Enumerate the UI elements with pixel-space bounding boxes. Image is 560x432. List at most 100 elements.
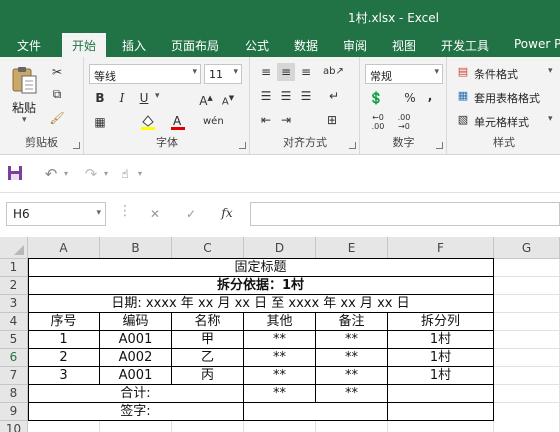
percent-button[interactable]: % bbox=[401, 89, 419, 107]
signature-label-cell[interactable]: 签字: bbox=[28, 403, 244, 421]
column-header-g[interactable]: G bbox=[494, 237, 560, 259]
tab-developer[interactable]: 开发工具 bbox=[441, 37, 489, 54]
column-header-a[interactable]: A bbox=[28, 237, 100, 259]
table-cell[interactable]: ** bbox=[244, 349, 316, 367]
table-cell[interactable]: A001 bbox=[100, 331, 172, 349]
format-as-table-icon[interactable]: ▦ bbox=[454, 87, 472, 105]
formula-input[interactable] bbox=[250, 202, 560, 226]
sheet-title-cell[interactable]: 固定标题 bbox=[28, 259, 494, 277]
cell-styles-icon[interactable]: ▧ bbox=[454, 111, 472, 129]
redo-dropdown-icon[interactable]: ▾ bbox=[104, 169, 108, 178]
row-header-1[interactable]: 1 bbox=[0, 259, 28, 277]
format-as-table-button[interactable]: 套用表格格式 bbox=[474, 90, 540, 106]
table-cell[interactable]: 3 bbox=[28, 367, 100, 385]
row-header-7[interactable]: 7 bbox=[0, 367, 28, 385]
table-cell[interactable]: 1村 bbox=[388, 331, 494, 349]
paste-button[interactable]: 粘贴 bbox=[12, 99, 36, 116]
font-size-combo[interactable]: 11 ▾ bbox=[204, 64, 242, 84]
number-format-combo[interactable]: 常规 ▾ bbox=[365, 64, 443, 84]
column-header-e[interactable]: E bbox=[316, 237, 388, 259]
header-cell-code[interactable]: 编码 bbox=[100, 313, 172, 331]
font-name-combo[interactable]: 等线 ▾ bbox=[89, 64, 201, 84]
comma-button[interactable]: , bbox=[421, 87, 439, 105]
chevron-down-icon[interactable]: ▾ bbox=[548, 114, 553, 124]
signature-value-cell[interactable] bbox=[244, 403, 388, 421]
header-cell-split[interactable]: 拆分列 bbox=[388, 313, 494, 331]
table-cell[interactable]: ** bbox=[244, 331, 316, 349]
increase-decimal-icon[interactable]: ←0.00 bbox=[369, 113, 387, 131]
tab-file[interactable]: 文件 bbox=[17, 37, 41, 54]
row-header-5[interactable]: 5 bbox=[0, 331, 28, 349]
table-cell[interactable]: ** bbox=[316, 349, 388, 367]
align-top-icon[interactable]: ≡ bbox=[257, 63, 275, 81]
tab-review[interactable]: 审阅 bbox=[343, 37, 367, 54]
tab-insert[interactable]: 插入 bbox=[122, 37, 146, 54]
column-header-f[interactable]: F bbox=[388, 237, 494, 259]
increase-font-icon[interactable]: A▲ bbox=[197, 89, 215, 108]
alignment-launcher-icon[interactable] bbox=[349, 142, 356, 149]
format-painter-icon[interactable]: 🖌 bbox=[48, 109, 66, 127]
column-header-b[interactable]: B bbox=[100, 237, 172, 259]
conditional-formatting-button[interactable]: 条件格式 bbox=[474, 66, 518, 82]
total-split-cell[interactable] bbox=[388, 385, 494, 403]
currency-icon[interactable]: 💲 bbox=[367, 89, 385, 107]
tab-data[interactable]: 数据 bbox=[294, 37, 318, 54]
redo-icon[interactable]: ↷ bbox=[82, 165, 100, 183]
number-launcher-icon[interactable] bbox=[436, 142, 443, 149]
name-box[interactable]: H6 ▾ bbox=[6, 202, 106, 226]
header-cell-other[interactable]: 其他 bbox=[244, 313, 316, 331]
paste-dropdown-icon[interactable]: ▾ bbox=[22, 115, 27, 125]
undo-dropdown-icon[interactable]: ▾ bbox=[64, 169, 68, 178]
select-all-corner[interactable] bbox=[0, 237, 28, 259]
date-line-cell[interactable]: 日期: xxxx 年 xx 月 xx 日 至 xxxx 年 xx 月 xx 日 bbox=[28, 295, 494, 313]
tab-power-pivot[interactable]: Power P bbox=[514, 37, 560, 51]
row-header-8[interactable]: 8 bbox=[0, 385, 28, 403]
clipboard-launcher-icon[interactable] bbox=[73, 142, 80, 149]
bold-button[interactable]: B bbox=[91, 89, 109, 107]
total-other-cell[interactable]: ** bbox=[244, 385, 316, 403]
insert-function-button[interactable]: fx bbox=[218, 204, 236, 222]
table-cell[interactable]: A001 bbox=[100, 367, 172, 385]
tab-page-layout[interactable]: 页面布局 bbox=[171, 37, 219, 54]
orientation-icon[interactable]: ab↗ bbox=[323, 63, 344, 81]
table-cell[interactable]: 丙 bbox=[172, 367, 244, 385]
customize-qat-icon[interactable]: ▾ bbox=[138, 169, 142, 178]
table-cell[interactable]: ** bbox=[244, 367, 316, 385]
column-header-d[interactable]: D bbox=[244, 237, 316, 259]
row-header-4[interactable]: 4 bbox=[0, 313, 28, 331]
row-header-3[interactable]: 3 bbox=[0, 295, 28, 313]
cell-styles-button[interactable]: 单元格样式 bbox=[474, 114, 529, 130]
cancel-icon[interactable]: ✕ bbox=[146, 205, 164, 223]
align-bottom-icon[interactable]: ≡ bbox=[297, 63, 315, 81]
row-header-2[interactable]: 2 bbox=[0, 277, 28, 295]
table-cell[interactable]: 2 bbox=[28, 349, 100, 367]
chevron-down-icon[interactable]: ▾ bbox=[548, 66, 553, 76]
align-left-icon[interactable]: ☰ bbox=[257, 87, 275, 105]
underline-button[interactable]: U bbox=[135, 89, 153, 107]
merge-center-icon[interactable]: ⊞ bbox=[323, 111, 341, 129]
fill-color-icon[interactable] bbox=[139, 113, 157, 131]
row-header-9[interactable]: 9 bbox=[0, 403, 28, 421]
header-cell-seq[interactable]: 序号 bbox=[28, 313, 100, 331]
borders-icon[interactable]: ▦ bbox=[91, 113, 109, 131]
sheet-subtitle-cell[interactable]: 拆分依据：1村 bbox=[28, 277, 494, 295]
tab-formulas[interactable]: 公式 bbox=[245, 37, 269, 54]
signature-extra-cell[interactable] bbox=[388, 403, 494, 421]
font-launcher-icon[interactable] bbox=[239, 142, 246, 149]
italic-button[interactable]: I bbox=[113, 89, 131, 107]
wrap-text-icon[interactable]: ↵ bbox=[325, 87, 343, 105]
table-cell[interactable]: 1村 bbox=[388, 349, 494, 367]
align-middle-icon[interactable]: ≡ bbox=[277, 63, 295, 81]
font-color-icon[interactable]: A bbox=[169, 113, 187, 131]
undo-icon[interactable]: ↶ bbox=[42, 165, 60, 183]
table-cell[interactable]: 甲 bbox=[172, 331, 244, 349]
increase-indent-icon[interactable]: ⇥ bbox=[277, 111, 295, 129]
underline-dropdown-icon[interactable]: ▾ bbox=[155, 91, 160, 101]
total-remark-cell[interactable]: ** bbox=[316, 385, 388, 403]
table-cell[interactable]: ** bbox=[316, 331, 388, 349]
table-cell[interactable]: A002 bbox=[100, 349, 172, 367]
tab-view[interactable]: 视图 bbox=[392, 37, 416, 54]
table-cell[interactable]: 乙 bbox=[172, 349, 244, 367]
row-header-10[interactable]: 10 bbox=[0, 421, 28, 432]
total-label-cell[interactable]: 合计: bbox=[28, 385, 244, 403]
